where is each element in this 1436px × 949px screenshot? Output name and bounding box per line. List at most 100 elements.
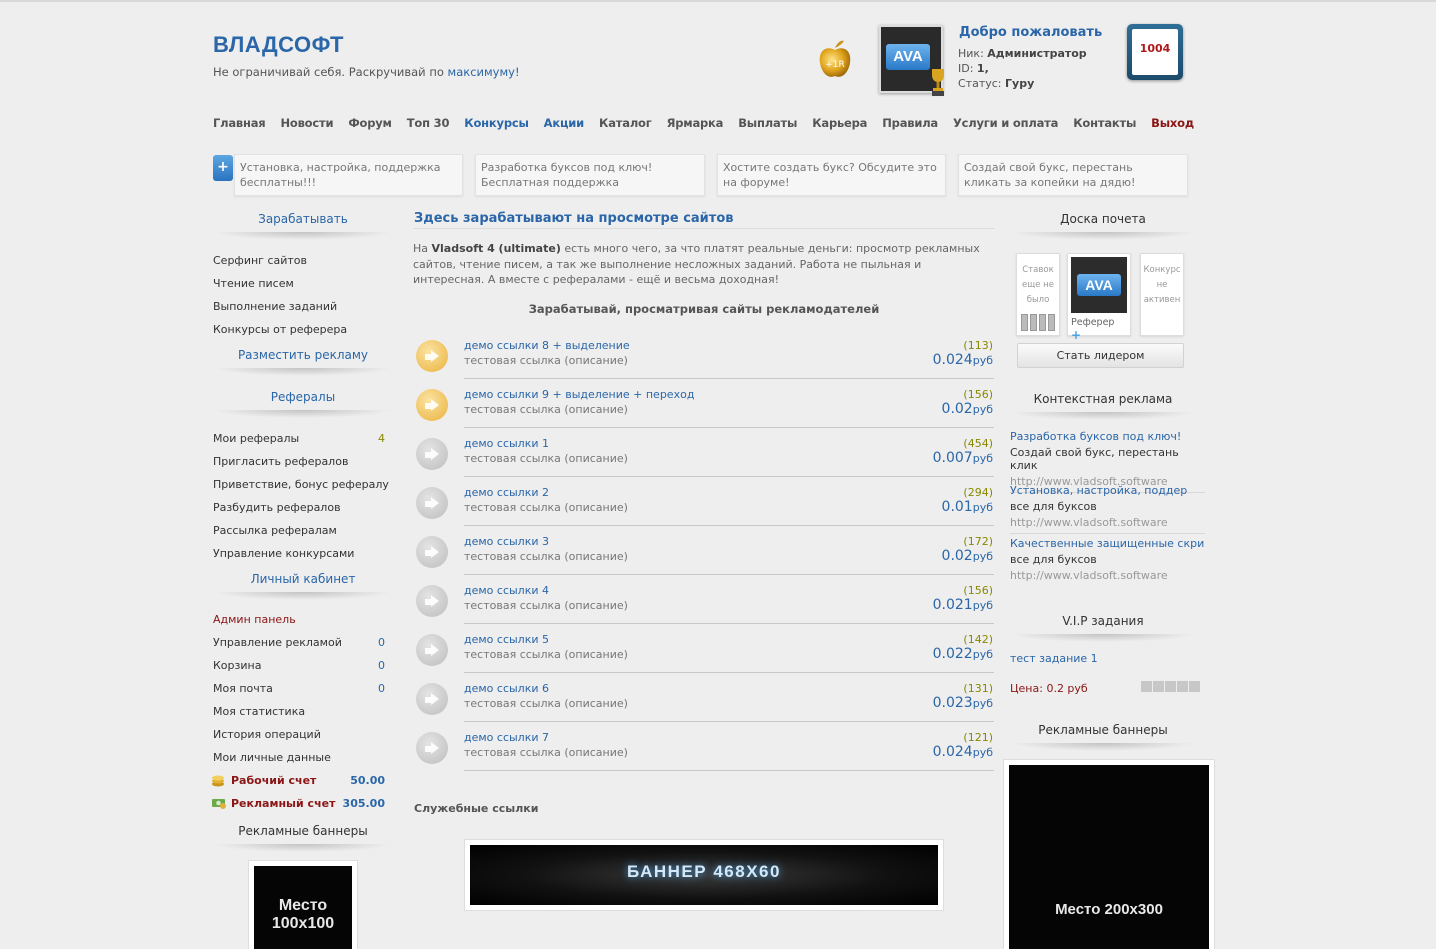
context-ad-title[interactable]: Разработка буксов под ключ! [1010,430,1205,443]
link-row[interactable]: демо ссылки 8 + выделение тестовая ссылка… [414,334,994,382]
info-box[interactable]: Установка, настройка, поддержка бесплатн… [234,154,463,196]
nav-services[interactable]: Услуги и оплата [953,116,1058,130]
nav-fair[interactable]: Ярмарка [667,116,724,130]
sidebar-item-my-refs[interactable]: Мои рефералы 4 [213,432,385,445]
site-logo[interactable]: ВЛАДСОФТ [213,32,344,58]
vip-task-link[interactable]: тест задание 1 [1010,652,1098,665]
currency: руб [972,599,993,612]
link-price: 0.023руб [933,695,993,711]
sidebar-item-tasks[interactable]: Выполнение заданий [213,300,337,313]
link-title[interactable]: демо ссылки 4 [464,584,549,597]
nav-news[interactable]: Новости [280,116,333,130]
earn-heading[interactable]: Зарабатывать [213,212,393,226]
nav-career[interactable]: Карьера [812,116,867,130]
info-box[interactable]: Хостите создать букс? Обсудите это на фо… [717,154,946,196]
link-title[interactable]: демо ссылки 6 [464,682,549,695]
become-leader-button[interactable]: Стать лидером [1017,343,1184,368]
sidebar-item-personal[interactable]: Мои личные данные [213,751,331,764]
divider [1010,743,1196,751]
link-title[interactable]: демо ссылки 9 + выделение + переход [464,388,694,401]
link-row[interactable]: демо ссылки 3 тестовая ссылка (описание) (… [414,530,994,578]
golden-apple-icon[interactable]: +1R [816,38,854,80]
divider [464,770,994,771]
link-arrow-icon[interactable] [416,487,448,519]
cabinet-heading[interactable]: Личный кабинет [213,572,393,586]
link-arrow-icon[interactable] [416,536,448,568]
nav-rules[interactable]: Правила [882,116,938,130]
sidebar-item-mailing[interactable]: Рассылка рефералам [213,524,337,537]
context-ad[interactable]: Установка, настройка, поддер все для бук… [1010,484,1205,534]
sidebar-item-manage-contests[interactable]: Управление конкурсами [213,547,354,560]
link-desc: тестовая ссылка (описание) [464,354,628,367]
link-arrow-icon[interactable] [416,732,448,764]
info-box[interactable]: Разработка буксов под ключ! Бесплатная п… [475,154,705,196]
link-arrow-icon[interactable] [416,683,448,715]
sidebar-item-mailbox[interactable]: Моя почта 0 [213,682,385,695]
sidebar-item-surfing[interactable]: Серфинг сайтов [213,254,307,267]
work-account-row[interactable]: Рабочий счет 50.00 [211,773,385,787]
sidebar-item-greeting[interactable]: Приветствие, бонус рефералу [213,478,389,491]
context-ad-title[interactable]: Качественные защищенные скри [1010,537,1205,550]
trophy-icon [929,67,947,97]
link-row[interactable]: демо ссылки 1 тестовая ссылка (описание) (… [414,432,994,480]
ad-account-row[interactable]: Рекламный счет 305.00 [211,796,385,810]
honor-card-referrer[interactable]: AVA Реферер + [1067,253,1131,342]
sidebar-item-ad-manage[interactable]: Управление рекламой 0 [213,636,385,649]
sidebar-item-wake[interactable]: Разбудить рефералов [213,501,341,514]
link-views: (121) [963,731,993,744]
plus-icon[interactable]: + [213,155,233,181]
nav-home[interactable]: Главная [213,116,266,130]
sidebar-item-history[interactable]: История операций [213,728,321,741]
user-avatar[interactable]: AVA [879,25,944,96]
link-arrow-icon[interactable] [416,340,448,372]
bar-icons [1017,314,1059,331]
referrals-heading[interactable]: Рефералы [213,390,393,404]
sidebar-item-ref-contests[interactable]: Конкурсы от реферера [213,323,347,336]
nav-contacts[interactable]: Контакты [1073,116,1136,130]
link-row[interactable]: демо ссылки 9 + выделение + переход тесто… [414,383,994,431]
right-banners-heading: Рекламные баннеры [1038,723,1168,737]
status-value: Гуру [1005,77,1035,90]
visit-counter[interactable]: 1004 [1127,24,1183,80]
context-ad[interactable]: Качественные защищенные скри все для бук… [1010,537,1205,582]
link-row[interactable]: демо ссылки 5 тестовая ссылка (описание) (… [414,628,994,676]
link-title[interactable]: демо ссылки 1 [464,437,549,450]
banner-200x300[interactable]: Место 200x300 [1003,759,1215,949]
link-row[interactable]: демо ссылки 7 тестовая ссылка (описание) (… [414,726,994,774]
nav-logout[interactable]: Выход [1151,116,1194,130]
link-arrow-icon[interactable] [416,634,448,666]
link-title[interactable]: демо ссылки 5 [464,633,549,646]
link-arrow-icon[interactable] [416,585,448,617]
nav-payouts[interactable]: Выплаты [738,116,797,130]
sidebar-item-cart[interactable]: Корзина 0 [213,659,385,672]
link-title[interactable]: демо ссылки 2 [464,486,549,499]
context-ad-title[interactable]: Установка, настройка, поддер [1010,484,1205,497]
plus-icon[interactable]: + [1071,328,1081,342]
nav-forum[interactable]: Форум [348,116,392,130]
link-title[interactable]: демо ссылки 7 [464,731,549,744]
link-row[interactable]: демо ссылки 2 тестовая ссылка (описание) (… [414,481,994,529]
link-desc: тестовая ссылка (описание) [464,648,628,661]
intro-brand: Vladsoft 4 (ultimate) [431,242,561,255]
link-arrow-icon[interactable] [416,438,448,470]
link-row[interactable]: демо ссылки 4 тестовая ссылка (описание) (… [414,579,994,627]
link-title[interactable]: демо ссылки 8 + выделение [464,339,630,352]
count-badge: 0 [378,636,385,649]
link-title[interactable]: демо ссылки 3 [464,535,549,548]
sidebar-item-admin[interactable]: Админ панель [213,613,296,626]
link-row[interactable]: демо ссылки 6 тестовая ссылка (описание) (… [414,677,994,725]
sidebar-item-stats[interactable]: Моя статистика [213,705,305,718]
nav-catalog[interactable]: Каталог [599,116,652,130]
link-arrow-icon[interactable] [416,389,448,421]
nav-top30[interactable]: Топ 30 [407,116,450,130]
sidebar-item-mail[interactable]: Чтение писем [213,277,294,290]
slogan-link[interactable]: максимуму! [448,65,520,79]
info-box[interactable]: Создай свой букс, перестань кликать за к… [958,154,1188,196]
nav-promo[interactable]: Акции [544,116,585,130]
nav-contests[interactable]: Конкурсы [464,116,529,130]
sidebar-item-invite[interactable]: Пригласить рефералов [213,455,348,468]
intro-text: На Vladsoft 4 (ultimate) есть много чего… [413,241,993,288]
banner-468x60[interactable]: БАННЕР 468X60 [464,839,944,911]
place-ad-link[interactable]: Разместить рекламу [213,348,393,362]
banner-100x100[interactable]: Место 100x100 [248,860,358,949]
